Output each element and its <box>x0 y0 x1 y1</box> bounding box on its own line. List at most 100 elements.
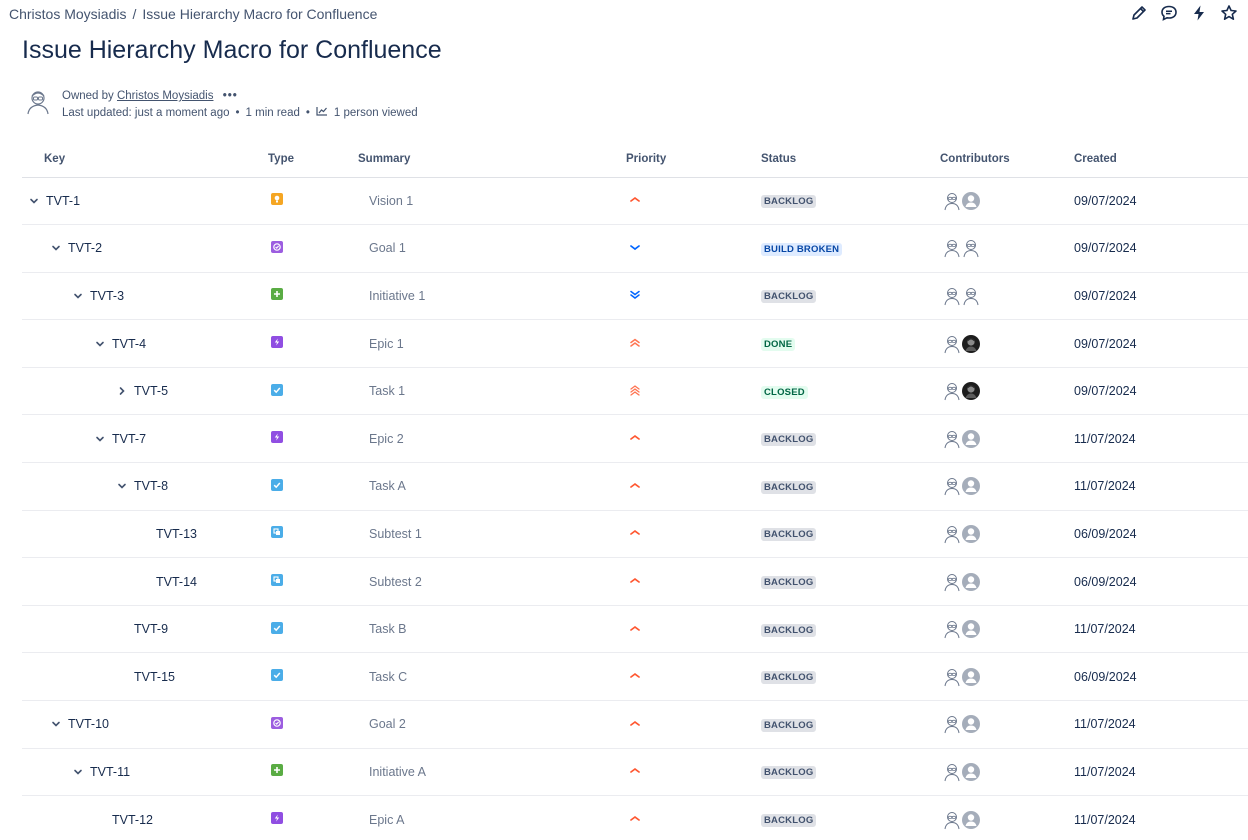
issue-summary[interactable]: Epic 1 <box>358 337 404 351</box>
breadcrumb-page[interactable]: Issue Hierarchy Macro for Confluence <box>142 6 377 22</box>
contributor-avatar[interactable] <box>962 381 980 401</box>
edit-icon[interactable] <box>1130 4 1148 22</box>
issue-summary[interactable]: Goal 2 <box>358 717 406 731</box>
cell-status: BUILD BROKEN <box>761 224 940 273</box>
contributor-avatar[interactable] <box>943 238 961 258</box>
breadcrumb-owner[interactable]: Christos Moysiadis <box>9 6 126 22</box>
chevron-down-icon[interactable] <box>50 242 62 254</box>
column-header-type[interactable]: Type <box>268 141 358 178</box>
issue-key[interactable]: TVT-2 <box>68 241 102 255</box>
issue-key[interactable]: TVT-12 <box>112 813 153 827</box>
contributor-avatar[interactable] <box>943 476 961 496</box>
issue-summary[interactable]: Initiative 1 <box>358 289 425 303</box>
contributor-avatar[interactable] <box>962 619 980 639</box>
contributor-avatar[interactable] <box>962 476 980 496</box>
issue-key[interactable]: TVT-11 <box>90 765 130 779</box>
column-header-priority[interactable]: Priority <box>626 141 761 178</box>
chevron-down-icon[interactable] <box>94 433 106 445</box>
column-header-status[interactable]: Status <box>761 141 940 178</box>
view-count[interactable]: 1 person viewed <box>334 105 418 122</box>
issue-key[interactable]: TVT-15 <box>134 670 175 684</box>
contributor-avatar[interactable] <box>962 429 980 449</box>
issue-summary[interactable]: Task 1 <box>358 384 405 398</box>
column-header-key[interactable]: Key <box>22 141 268 178</box>
contributor-avatar[interactable] <box>962 762 980 782</box>
issue-key[interactable]: TVT-3 <box>90 289 124 303</box>
table-row[interactable]: TVT-9 Task B BACKLOG 11/07/2024 <box>22 605 1248 654</box>
chevron-down-icon[interactable] <box>72 766 84 778</box>
star-icon[interactable] <box>1220 4 1238 22</box>
contributor-avatar[interactable] <box>943 572 961 592</box>
issue-summary[interactable]: Initiative A <box>358 765 426 779</box>
table-row[interactable]: TVT-2 Goal 1 BUILD BROKEN 09/07/2024 <box>22 224 1248 273</box>
more-actions-icon[interactable]: ••• <box>223 90 238 102</box>
chevron-down-icon[interactable] <box>72 290 84 302</box>
issue-summary[interactable]: Subtest 2 <box>358 575 422 589</box>
table-row[interactable]: TVT-8 Task A BACKLOG 11/07/2024 <box>22 462 1248 511</box>
issue-key[interactable]: TVT-5 <box>134 384 168 398</box>
contributor-avatar[interactable] <box>943 619 961 639</box>
contributor-avatar[interactable] <box>943 714 961 734</box>
comment-icon[interactable] <box>1160 4 1178 22</box>
issue-summary[interactable]: Task B <box>358 622 407 636</box>
issue-key[interactable]: TVT-14 <box>156 575 197 589</box>
chevron-right-icon[interactable] <box>116 385 128 397</box>
contributor-avatar[interactable] <box>962 334 980 354</box>
issue-summary[interactable]: Epic 2 <box>358 432 404 446</box>
table-row[interactable]: TVT-10 Goal 2 BACKLOG 11/07/2024 <box>22 700 1248 749</box>
contributor-avatar[interactable] <box>962 191 980 211</box>
column-header-created[interactable]: Created <box>1074 141 1248 178</box>
chevron-down-icon[interactable] <box>28 195 40 207</box>
priority-low-icon <box>628 240 642 254</box>
contributor-avatar[interactable] <box>962 714 980 734</box>
contributor-avatar[interactable] <box>962 286 980 306</box>
contributor-avatar[interactable] <box>962 810 980 830</box>
table-row[interactable]: TVT-14 Subtest 2 BACKLOG 06/09/2024 <box>22 557 1248 606</box>
table-row[interactable]: TVT-11 Initiative A BACKLOG 11/07/2024 <box>22 748 1248 797</box>
contributor-avatar[interactable] <box>943 381 961 401</box>
issue-key[interactable]: TVT-4 <box>112 337 146 351</box>
contributor-avatar[interactable] <box>962 572 980 592</box>
issue-summary[interactable]: Epic A <box>358 813 404 827</box>
table-row[interactable]: TVT-12 Epic A BACKLOG 11/07/2024 <box>22 795 1248 840</box>
contributor-avatar[interactable] <box>962 667 980 687</box>
automation-icon[interactable] <box>1190 4 1208 22</box>
issue-key[interactable]: TVT-8 <box>134 479 168 493</box>
issue-summary[interactable]: Goal 1 <box>358 241 406 255</box>
table-row[interactable]: TVT-3 Initiative 1 BACKLOG 09/07/2024 <box>22 272 1248 321</box>
column-header-contributors[interactable]: Contributors <box>940 141 1074 178</box>
table-row[interactable]: TVT-5 Task 1 CLOSED 09/07/2024 <box>22 367 1248 416</box>
contributor-avatar[interactable] <box>943 286 961 306</box>
contributor-avatar[interactable] <box>943 191 961 211</box>
chevron-down-icon[interactable] <box>50 718 62 730</box>
contributor-avatar[interactable] <box>943 762 961 782</box>
issue-key[interactable]: TVT-1 <box>46 194 80 208</box>
analytics-icon[interactable] <box>316 105 328 122</box>
column-header-summary[interactable]: Summary <box>358 141 626 178</box>
issue-key[interactable]: TVT-10 <box>68 717 109 731</box>
table-row[interactable]: TVT-15 Task C BACKLOG 06/09/2024 <box>22 652 1248 702</box>
contributor-avatar[interactable] <box>943 810 961 830</box>
cell-contributors <box>940 605 1074 654</box>
chevron-down-icon[interactable] <box>116 480 128 492</box>
issue-summary[interactable]: Task C <box>358 670 407 684</box>
issue-summary[interactable]: Vision 1 <box>358 194 413 208</box>
contributor-avatar[interactable] <box>943 334 961 354</box>
contributor-avatar[interactable] <box>943 667 961 687</box>
owner-avatar[interactable] <box>24 88 52 116</box>
table-row[interactable]: TVT-13 Subtest 1 BACKLOG 06/09/2024 <box>22 510 1248 559</box>
issue-summary[interactable]: Subtest 1 <box>358 527 422 541</box>
table-row[interactable]: TVT-7 Epic 2 BACKLOG 11/07/2024 <box>22 414 1248 464</box>
issue-key[interactable]: TVT-9 <box>134 622 168 636</box>
contributor-avatar[interactable] <box>943 429 961 449</box>
table-row[interactable]: TVT-1 Vision 1 BACKLOG 09/07/2024 <box>22 177 1248 226</box>
issue-summary[interactable]: Task A <box>358 479 406 493</box>
contributor-avatar[interactable] <box>943 524 961 544</box>
owner-link[interactable]: Christos Moysiadis <box>117 90 214 102</box>
chevron-down-icon[interactable] <box>94 338 106 350</box>
issue-key[interactable]: TVT-7 <box>112 432 146 446</box>
contributor-avatar[interactable] <box>962 524 980 544</box>
contributor-avatar[interactable] <box>962 238 980 258</box>
table-row[interactable]: TVT-4 Epic 1 DONE 09/07/2024 <box>22 319 1248 368</box>
issue-key[interactable]: TVT-13 <box>156 527 197 541</box>
